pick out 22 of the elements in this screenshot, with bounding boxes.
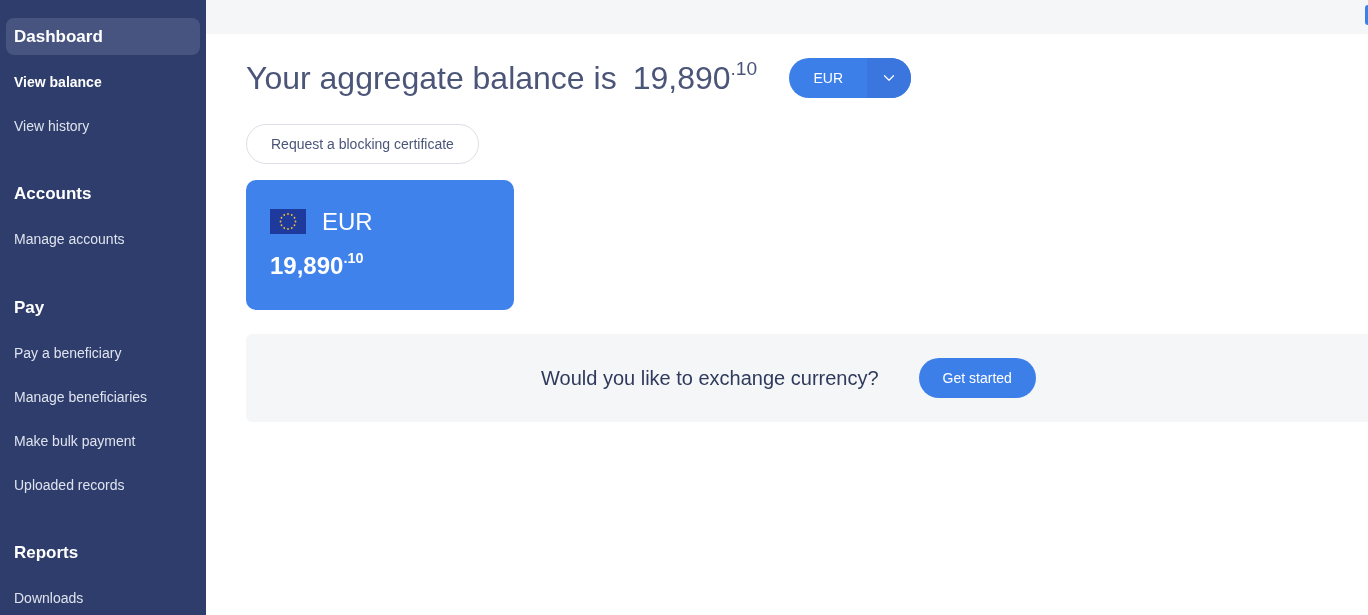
- sidebar-item[interactable]: View history: [14, 115, 90, 137]
- sidebar-item[interactable]: Downloads: [14, 588, 84, 609]
- currency-dropdown[interactable]: EUR: [789, 58, 912, 98]
- balance-heading: Your aggregate balance is: [246, 62, 617, 94]
- sidebar-section-header[interactable]: Pay: [6, 289, 200, 326]
- sidebar-item[interactable]: Pay a beneficiary: [14, 342, 122, 364]
- sidebar-item[interactable]: Manage accounts: [14, 229, 125, 250]
- sidebar-item[interactable]: View balance: [14, 71, 102, 93]
- account-card[interactable]: EUR 19,890$^{.10}$: [246, 180, 514, 310]
- sidebar-item[interactable]: Manage beneficiaries: [14, 386, 148, 408]
- exchange-prompt: Would you like to exchange currency?: [541, 366, 879, 391]
- account-currency: EUR: [322, 209, 373, 234]
- sidebar-section-header[interactable]: Reports: [6, 534, 200, 572]
- sidebar-item[interactable]: Make bulk payment: [14, 430, 136, 452]
- sidebar-item[interactable]: Uploaded records: [14, 474, 125, 496]
- sidebar-section-header[interactable]: Dashboard: [6, 18, 200, 55]
- request-certificate-button[interactable]: Request a blocking certificate: [246, 124, 479, 164]
- account-amount: 19,890$^{.10}$: [270, 254, 364, 278]
- get-started-button[interactable]: Get started: [918, 358, 1036, 398]
- balance-amount: 19,890$^{.10}$: [632, 62, 758, 94]
- eu-flag-icon: [270, 209, 306, 234]
- sidebar-section-header[interactable]: Accounts: [6, 175, 200, 213]
